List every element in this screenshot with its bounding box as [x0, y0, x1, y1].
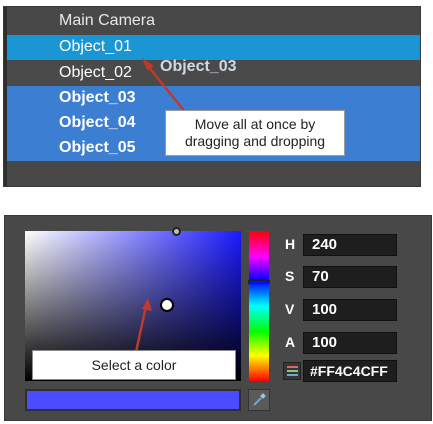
hierarchy-item-label: Object_04 [59, 114, 136, 131]
hierarchy-item-label: Object_05 [59, 139, 136, 156]
saturation-label: S [285, 268, 295, 284]
hierarchy-item-label: Object_03 [59, 89, 136, 106]
color-preview-swatch [25, 389, 241, 411]
hue-label: H [285, 236, 296, 252]
hue-slider-handle[interactable] [248, 280, 270, 284]
hierarchy-item-main-camera[interactable]: Main Camera [7, 9, 420, 34]
eyedropper-button[interactable] [248, 389, 270, 411]
saturation-input[interactable]: 70 [303, 266, 397, 288]
select-color-callout: Select a color [32, 350, 236, 380]
hierarchy-item-object-01[interactable]: Object_01 [7, 35, 420, 60]
hue-input[interactable]: 240 [303, 234, 397, 256]
hue-top-marker [172, 227, 181, 236]
value-label: V [285, 301, 295, 317]
hierarchy-item-label: Object_02 [59, 64, 132, 81]
value-input[interactable]: 100 [303, 299, 397, 321]
drag-ghost-label: Object_03 [160, 58, 237, 75]
alpha-input[interactable]: 100 [303, 332, 397, 354]
color-mode-icon[interactable] [283, 362, 301, 380]
hierarchy-item-object-03[interactable]: Object_03 [7, 86, 420, 111]
hierarchy-panel: Main Camera Object_01 Object_02 Object_0… [3, 6, 421, 187]
color-picker-panel: Select a color H 240 S 70 V 100 A 100 #F… [4, 215, 432, 421]
alpha-label: A [285, 334, 296, 350]
hierarchy-item-label: Object_01 [59, 38, 132, 55]
drag-instruction-callout: Move all at once by dragging and droppin… [165, 110, 345, 156]
eyedropper-icon [253, 393, 266, 406]
hue-slider[interactable] [248, 231, 270, 381]
color-cursor[interactable] [160, 298, 174, 312]
hex-input[interactable]: #FF4C4CFF [303, 360, 397, 382]
hierarchy-item-label: Main Camera [59, 12, 156, 29]
